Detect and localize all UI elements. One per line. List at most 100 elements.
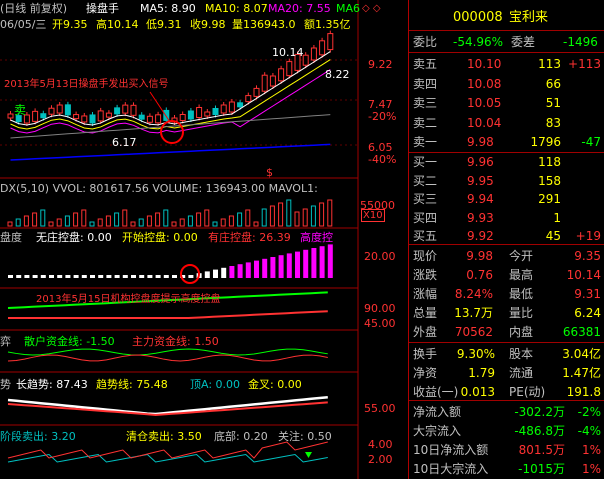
stat-label: 最高 xyxy=(509,268,534,282)
axis-pct-3: -40% xyxy=(368,153,397,166)
nav-diamond-icons[interactable]: ◇ ◇ xyxy=(362,2,381,15)
candle-body xyxy=(7,113,14,119)
buy-price: 9.95 xyxy=(467,173,494,188)
control-bar xyxy=(262,258,268,278)
control-bar xyxy=(65,275,71,278)
sell-change: +113 xyxy=(568,57,601,71)
divider xyxy=(409,342,604,343)
control-bar xyxy=(172,275,177,278)
candle-body xyxy=(327,33,334,51)
open-label: 开9.35 xyxy=(52,18,88,31)
stat-value: 9.35 xyxy=(574,249,601,263)
volume-bar xyxy=(105,215,111,227)
flow-label: 10日净流入额 xyxy=(413,443,489,457)
candle-body xyxy=(310,47,317,61)
buy-volume: 158 xyxy=(538,173,561,188)
stat-row: 涨跌 0.76 最高 10.14 xyxy=(409,265,604,285)
volume-bar xyxy=(319,202,325,227)
volume-bar xyxy=(237,212,243,227)
ma6-label: MA6 xyxy=(336,2,361,15)
axis-sell-1: 4.00 xyxy=(368,438,393,451)
flow-pct: 1% xyxy=(581,462,601,476)
buy-price: 9.96 xyxy=(467,155,494,169)
stock-code: 000008 xyxy=(453,10,503,25)
control-bar xyxy=(245,262,251,278)
sell-volume: 51 xyxy=(545,96,561,110)
ma20-label: MA20: 7.55 xyxy=(268,2,331,15)
sell-watch: 关注: 0.50 xyxy=(278,430,332,443)
flow-row: 10日大宗流入 -1015万 1% xyxy=(409,459,604,479)
trend-line: 趋势线: 75.48 xyxy=(96,378,168,391)
control-bar xyxy=(139,275,145,278)
control-bar xyxy=(122,275,128,278)
volume-bar xyxy=(187,215,193,227)
control-high: 高度控 xyxy=(300,231,333,244)
stat-label: 现价 xyxy=(413,249,438,263)
stat2-label: PE(动) xyxy=(509,385,546,399)
stat2-value: 191.8 xyxy=(566,385,601,399)
candle-body xyxy=(228,101,235,113)
sell-level-label: 卖四 xyxy=(413,76,438,91)
stat2-label: 净资 xyxy=(413,366,438,380)
flow-row: 净流入额 -302.2万 -2% xyxy=(409,402,604,422)
sell-level-label: 卖三 xyxy=(413,96,438,110)
candle-body xyxy=(73,114,80,120)
flow-label: 大宗流入 xyxy=(413,424,462,438)
control-bar xyxy=(286,253,292,278)
sell-level-label: 卖五 xyxy=(413,57,438,71)
order-ratio-row: 委比 -54.96% 委差 -1496 xyxy=(409,32,604,52)
candle-body xyxy=(220,104,227,114)
sell-change: -47 xyxy=(581,135,601,149)
candle-body xyxy=(114,107,121,115)
control-bar xyxy=(295,251,300,278)
control-bar xyxy=(155,275,161,278)
weibi-label: 委比 xyxy=(413,35,438,49)
control-bar xyxy=(213,269,218,278)
volume-header: DX(5,10) VVOL: 801617.56 VOLUME: 136943.… xyxy=(0,182,318,195)
volume-bar xyxy=(196,212,202,227)
candle-body xyxy=(196,107,203,118)
stat2-value: 3.04亿 xyxy=(562,347,601,361)
control-bar xyxy=(237,264,243,278)
stat-label: 涨跌 xyxy=(413,268,438,282)
sell-level-label: 卖二 xyxy=(413,115,438,130)
control-bar xyxy=(270,257,276,278)
close-label: 收9.98 xyxy=(190,18,226,31)
buy-price: 9.92 xyxy=(467,229,494,243)
candle-body xyxy=(138,114,145,120)
volume-bar xyxy=(212,221,218,227)
stat-row: 外盘 70562 内盘 66381 xyxy=(409,322,604,342)
sell-price: 10.10 xyxy=(467,57,502,71)
sell-price: 10.08 xyxy=(467,76,502,91)
sell-arrow-icon xyxy=(305,452,312,458)
kline-chart-area[interactable]: (日线 前复权) 操盘手 MA5: 8.90 MA10: 8.07 MA20: … xyxy=(0,0,408,479)
x10-button[interactable]: X10 xyxy=(361,209,385,222)
stat-label: 内盘 xyxy=(509,325,534,339)
candle-body xyxy=(261,74,268,92)
last-price-label: 8.22 xyxy=(325,68,350,81)
quote-panel: 000008 宝利来 委比 -54.96% 委差 -1496 卖五 10.10 11… xyxy=(408,0,604,479)
stat-value: 66381 xyxy=(562,325,601,339)
dollar-marker: $ xyxy=(266,166,273,179)
candle-body xyxy=(64,104,71,116)
volume-bar xyxy=(7,221,13,227)
buy-volume: 291 xyxy=(538,192,561,206)
control-annotation: 2013年5月15日机构控盘度提示高度控盘 xyxy=(36,294,221,305)
axis-sell-2: 2.00 xyxy=(368,453,393,466)
buy-volume: 118 xyxy=(538,155,561,169)
volume-bar xyxy=(294,211,300,227)
volume-bar xyxy=(40,209,46,227)
volume-bar xyxy=(220,218,226,227)
sell-clear: 清仓卖出: 3.50 xyxy=(126,430,202,443)
stat-value: 10.14 xyxy=(566,268,601,282)
stat2-value: 1.79 xyxy=(468,366,495,380)
fund-flow-green xyxy=(7,348,328,356)
control-bar xyxy=(57,275,63,278)
sell-volume: 1796 xyxy=(530,135,561,149)
sell-marker: 卖 xyxy=(14,103,27,117)
buy-level-label: 买五 xyxy=(413,229,438,243)
buy-row: 买一 9.96 118 xyxy=(409,152,604,172)
axis-trend: 55.00 xyxy=(364,402,396,415)
volume-bar xyxy=(302,208,308,227)
sell-stage: 阶段卖出: 3.20 xyxy=(0,430,76,443)
